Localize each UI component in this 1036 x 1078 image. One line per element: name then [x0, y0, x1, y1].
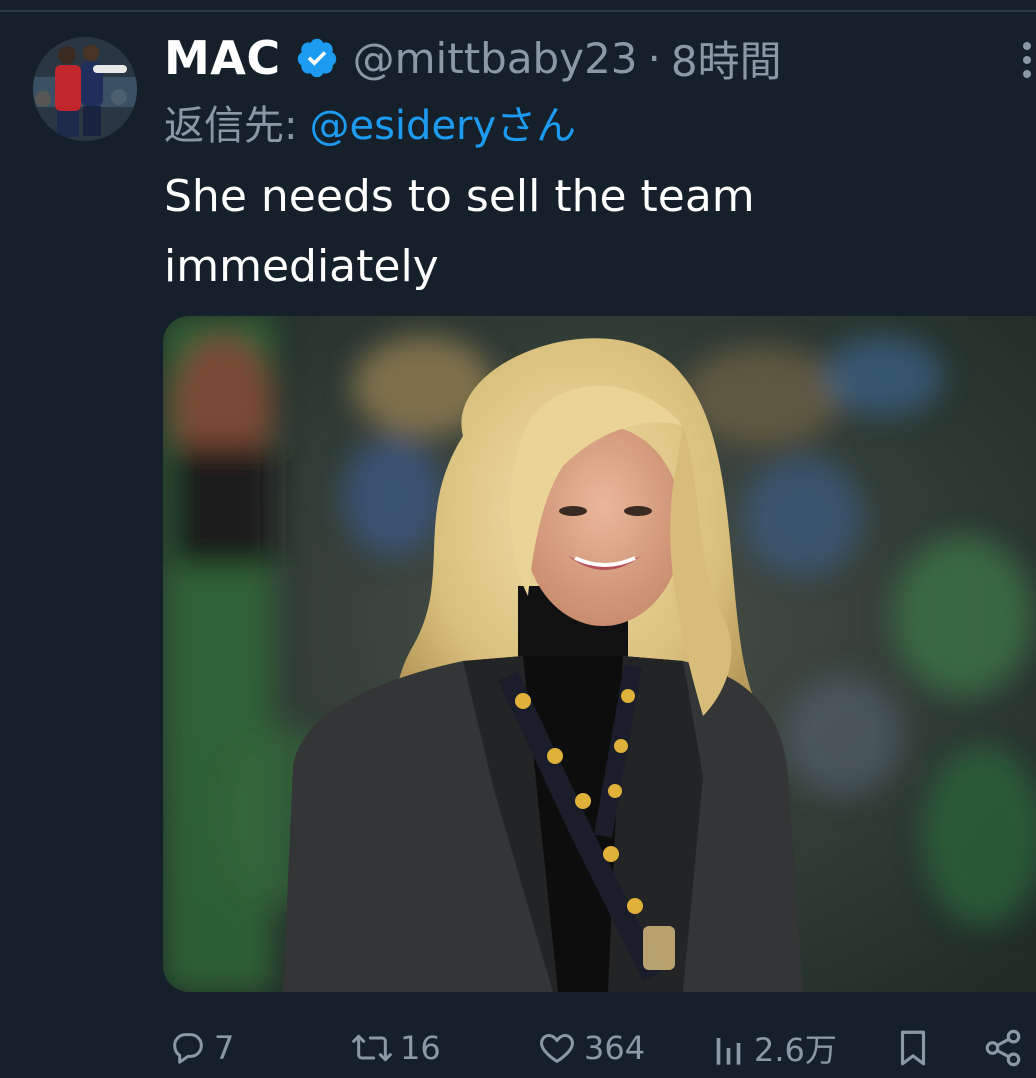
tweet-card[interactable]: MAC @mittbaby23 · 8時間 返信先: @esideryさん Sh… — [0, 0, 1036, 1078]
user-handle[interactable]: @mittbaby23 — [353, 34, 638, 83]
bookmark-button[interactable] — [894, 1018, 932, 1078]
views-button[interactable]: 2.6万 — [712, 1018, 837, 1078]
views-bar-icon — [712, 1028, 748, 1068]
like-button[interactable]: 364 — [536, 1018, 645, 1078]
tweet-text: She needs to sell the team immediately — [164, 171, 755, 292]
top-divider — [0, 10, 1036, 12]
avatar[interactable] — [33, 37, 137, 141]
tweet-media-image[interactable] — [163, 316, 1036, 992]
reply-button[interactable]: 7 — [168, 1018, 234, 1078]
tweet-actions-bar: 7 16 364 2.6万 — [0, 1018, 1036, 1078]
bookmark-icon — [894, 1027, 932, 1069]
retweet-icon — [350, 1028, 394, 1068]
reply-count: 7 — [214, 1029, 235, 1067]
heart-icon — [536, 1028, 578, 1068]
retweet-count: 16 — [400, 1029, 441, 1067]
reply-prefix: 返信先: — [164, 103, 298, 149]
reply-icon — [168, 1028, 208, 1068]
timestamp[interactable]: 8時間 — [671, 28, 782, 89]
share-icon — [982, 1027, 1024, 1069]
separator-dot: · — [647, 33, 661, 83]
tweet-header: MAC @mittbaby23 · 8時間 — [164, 30, 782, 86]
share-button[interactable] — [982, 1018, 1024, 1078]
display-name[interactable]: MAC — [164, 31, 281, 85]
reply-to-line: 返信先: @esideryさん — [164, 94, 576, 150]
views-count: 2.6万 — [754, 1031, 837, 1069]
more-vertical-icon[interactable] — [1018, 38, 1036, 82]
reply-mention-link[interactable]: @esideryさん — [309, 93, 576, 151]
verified-badge-icon — [295, 36, 339, 80]
like-count: 364 — [584, 1029, 646, 1067]
retweet-button[interactable]: 16 — [350, 1018, 441, 1078]
